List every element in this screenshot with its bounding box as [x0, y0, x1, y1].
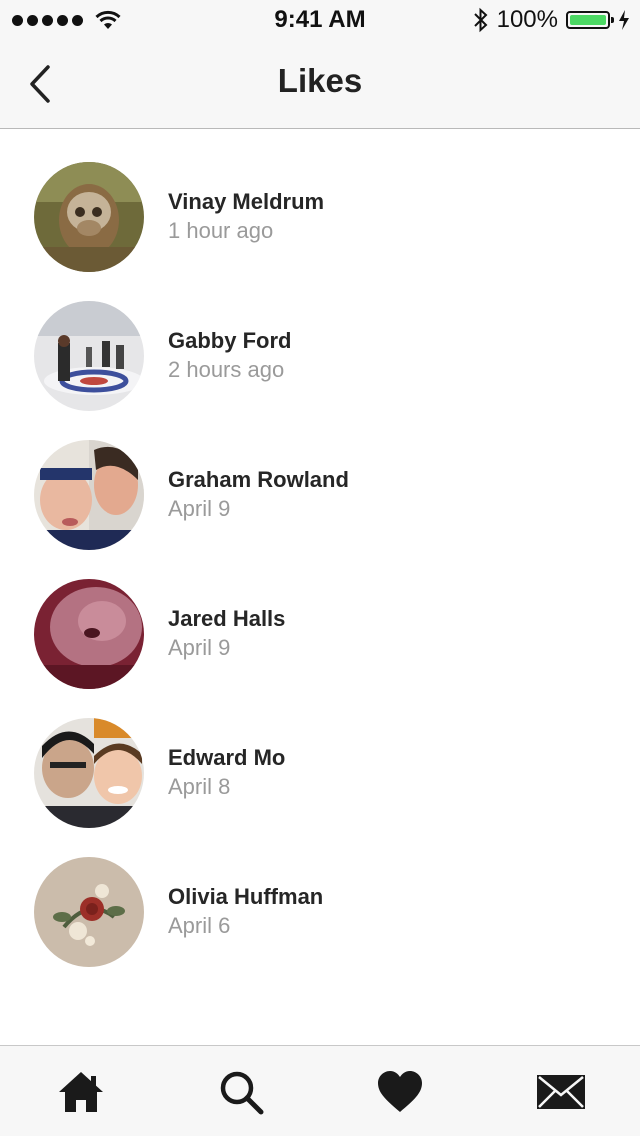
user-name[interactable]: Vinay Meldrum: [168, 188, 324, 216]
tab-activity[interactable]: [374, 1068, 426, 1116]
tab-home[interactable]: [55, 1068, 107, 1116]
battery-icon: [566, 11, 614, 29]
like-info: Edward Mo April 8: [168, 744, 285, 802]
list-item[interactable]: Jared Halls April 9: [0, 547, 640, 689]
like-info: Graham Rowland April 9: [168, 466, 349, 524]
heart-icon: [378, 1071, 422, 1112]
avatar[interactable]: [34, 301, 144, 411]
navigation-bar: Likes: [0, 40, 640, 129]
like-time: April 9: [168, 635, 231, 660]
tab-bar: [0, 1045, 640, 1136]
like-info: Jared Halls April 9: [168, 605, 285, 663]
like-time: 2 hours ago: [168, 357, 285, 382]
list-item[interactable]: Vinay Meldrum 1 hour ago: [0, 130, 640, 272]
list-item[interactable]: Graham Rowland April 9: [0, 408, 640, 550]
home-icon: [59, 1072, 103, 1112]
avatar[interactable]: [34, 857, 144, 967]
avatar[interactable]: [34, 718, 144, 828]
user-name[interactable]: Gabby Ford: [168, 327, 291, 355]
user-name[interactable]: Graham Rowland: [168, 466, 349, 494]
list-item[interactable]: Edward Mo April 8: [0, 686, 640, 828]
user-name[interactable]: Olivia Huffman: [168, 883, 323, 911]
avatar[interactable]: [34, 440, 144, 550]
page-title: Likes: [277, 62, 363, 99]
like-time: April 8: [168, 774, 231, 799]
tab-messages[interactable]: [535, 1068, 587, 1116]
avatar[interactable]: [34, 579, 144, 689]
search-icon: [220, 1071, 264, 1115]
status-right: 100%: [473, 6, 630, 34]
like-time: 1 hour ago: [168, 218, 274, 243]
battery-percent: 100%: [496, 6, 558, 33]
charging-bolt-icon: [619, 10, 629, 30]
user-name[interactable]: Edward Mo: [168, 744, 285, 772]
like-info: Vinay Meldrum 1 hour ago: [168, 188, 324, 246]
like-info: Olivia Huffman April 6: [168, 883, 323, 941]
mail-icon: [537, 1075, 585, 1109]
likes-list: Vinay Meldrum 1 hour ago Gabby Ford 2 ho…: [0, 130, 640, 967]
like-time: April 6: [168, 913, 231, 938]
avatar[interactable]: [34, 162, 144, 272]
like-time: April 9: [168, 496, 231, 521]
list-item[interactable]: Olivia Huffman April 6: [0, 825, 640, 967]
list-item[interactable]: Gabby Ford 2 hours ago: [0, 269, 640, 411]
bluetooth-icon: [473, 7, 488, 33]
status-bar: 9:41 AM 100%: [0, 0, 640, 40]
user-name[interactable]: Jared Halls: [168, 605, 285, 633]
tab-search[interactable]: [215, 1068, 267, 1116]
like-info: Gabby Ford 2 hours ago: [168, 327, 291, 385]
